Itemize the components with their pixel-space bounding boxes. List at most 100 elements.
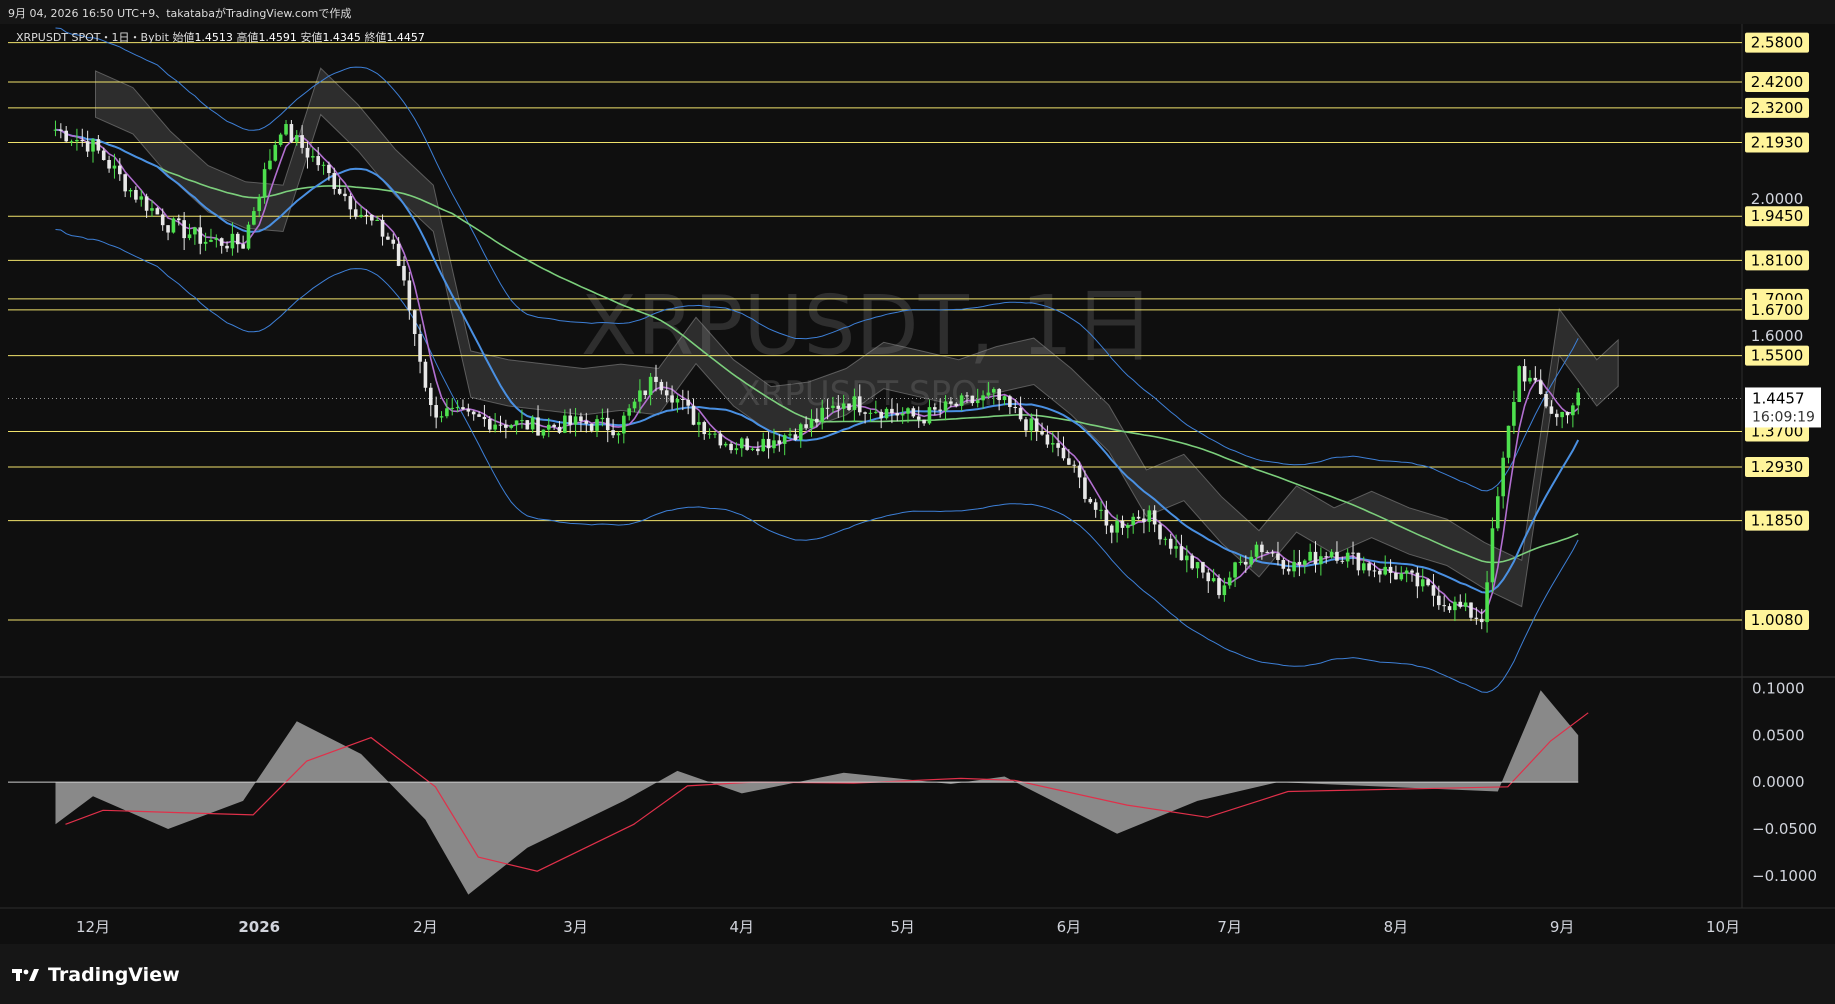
oscillator-tick-label: 0.1000 <box>1752 679 1805 697</box>
candle <box>1018 407 1023 420</box>
candle <box>230 233 235 249</box>
candle <box>187 234 192 239</box>
candle <box>101 150 106 161</box>
candle <box>584 420 589 424</box>
candle <box>407 280 412 311</box>
price-tick-label: 1.6000 <box>1751 327 1804 345</box>
candle <box>1453 601 1457 611</box>
candle <box>150 208 154 211</box>
candle <box>69 141 74 143</box>
candle <box>831 405 835 408</box>
candle <box>155 208 160 215</box>
candle <box>359 214 363 217</box>
candle <box>241 244 245 249</box>
candle <box>1533 377 1538 381</box>
candle <box>289 124 294 142</box>
candle <box>965 395 969 397</box>
candle <box>841 403 846 409</box>
level-label: 2.3200 <box>1751 99 1804 117</box>
candle <box>611 430 615 436</box>
candle <box>1485 582 1489 623</box>
candle <box>911 408 916 417</box>
candle <box>589 423 594 431</box>
candle <box>428 387 433 406</box>
candle <box>627 408 631 416</box>
candle <box>681 398 685 400</box>
candle <box>1512 401 1516 426</box>
candle <box>343 193 347 197</box>
candle <box>182 220 186 239</box>
candle <box>825 407 830 409</box>
candle <box>144 196 149 211</box>
time-tick-label: 7月 <box>1217 918 1242 936</box>
candle <box>595 419 599 431</box>
candle <box>268 160 272 170</box>
candle <box>364 214 369 216</box>
candle <box>482 416 487 420</box>
level-label: 1.2930 <box>1751 458 1804 476</box>
level-label: 1.0080 <box>1751 611 1804 629</box>
candle <box>1549 406 1554 414</box>
price-chart[interactable]: XRPUSDT, 1日XRPUSDT SPOT2.58002.42002.320… <box>0 24 1835 944</box>
time-tick-label: 12月 <box>76 918 110 936</box>
candle <box>471 411 476 415</box>
candle <box>1437 595 1441 606</box>
candle <box>1404 570 1409 574</box>
candle <box>670 395 674 403</box>
candle <box>305 147 310 158</box>
candle <box>697 422 701 425</box>
candle <box>782 435 787 444</box>
candle <box>1195 562 1200 569</box>
candle <box>1083 477 1087 499</box>
candle <box>836 405 841 409</box>
candle <box>723 443 728 446</box>
candle <box>1029 418 1034 431</box>
candle <box>85 141 90 152</box>
candle <box>370 214 374 221</box>
level-label: 2.4200 <box>1751 73 1804 91</box>
candle <box>1410 570 1414 573</box>
candle <box>257 197 262 212</box>
candle <box>1474 617 1479 619</box>
candle <box>675 398 680 403</box>
candle <box>879 411 883 419</box>
candle <box>219 238 224 246</box>
candle <box>1040 431 1044 435</box>
candle <box>991 389 996 393</box>
candle <box>64 130 68 142</box>
candle <box>1281 559 1286 569</box>
candle <box>445 408 449 417</box>
candle <box>396 243 401 266</box>
chart-panel[interactable]: XRPUSDT, 1日 XRPUSDT SPOT 2.5800 2.4200 2.320… <box>0 24 1835 944</box>
candle <box>1528 377 1532 382</box>
tradingview-logo[interactable]: TradingView <box>12 964 180 986</box>
candle <box>1152 510 1157 525</box>
candle <box>514 420 519 426</box>
tradingview-logo-icon <box>12 969 39 981</box>
candle <box>1260 544 1264 553</box>
candle <box>321 164 326 166</box>
candle <box>922 419 926 424</box>
candle <box>439 416 444 418</box>
candle <box>1061 447 1066 459</box>
candle <box>659 381 664 391</box>
candle <box>80 140 85 142</box>
candle <box>1308 551 1312 561</box>
candle <box>375 219 379 221</box>
candle <box>278 134 283 145</box>
candle <box>1115 520 1119 533</box>
candle <box>1077 465 1082 478</box>
oscillator-tick-label: 0.0000 <box>1752 773 1805 791</box>
candle <box>772 440 776 449</box>
candle <box>954 403 959 406</box>
level-label: 2.5800 <box>1751 34 1804 52</box>
candle <box>884 408 889 419</box>
level-label: 1.6700 <box>1751 301 1804 319</box>
candle <box>777 440 782 444</box>
candle <box>134 189 138 200</box>
candle <box>1378 570 1382 575</box>
candle <box>1008 396 1012 408</box>
candle <box>391 239 396 244</box>
candle <box>1104 509 1109 526</box>
candle <box>1496 496 1500 529</box>
